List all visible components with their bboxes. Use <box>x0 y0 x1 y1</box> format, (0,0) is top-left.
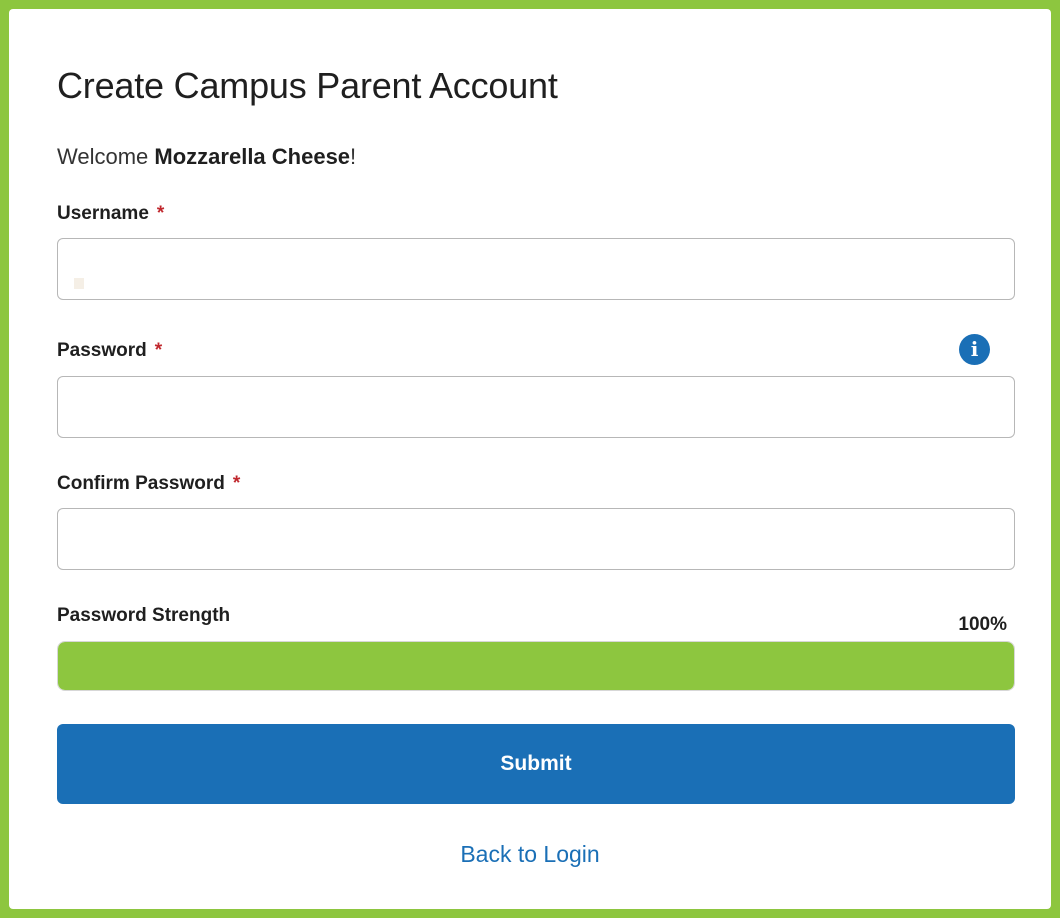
account-card: Create Campus Parent Account Welcome Moz… <box>9 9 1051 909</box>
username-label: Username * <box>57 203 164 225</box>
welcome-name: Mozzarella Cheese <box>154 144 351 169</box>
welcome-message: Welcome Mozzarella Cheese! <box>57 144 356 170</box>
password-strength-bar <box>57 641 1015 691</box>
input-autofill-marker <box>74 278 84 289</box>
confirm-password-label-text: Confirm Password <box>57 473 225 494</box>
password-label-text: Password <box>57 340 147 361</box>
required-marker: * <box>156 203 165 224</box>
required-marker: * <box>154 340 163 361</box>
password-input[interactable] <box>57 376 1015 438</box>
back-to-login-link[interactable]: Back to Login <box>9 841 1051 868</box>
confirm-password-input[interactable] <box>57 508 1015 570</box>
username-label-text: Username <box>57 203 149 224</box>
confirm-password-label: Confirm Password * <box>57 473 240 495</box>
page-title: Create Campus Parent Account <box>57 65 558 106</box>
password-label: Password * <box>57 340 162 362</box>
password-strength-value: 100% <box>958 614 1007 635</box>
submit-button[interactable]: Submit <box>57 724 1015 804</box>
info-icon[interactable]: i <box>959 334 990 365</box>
required-marker: * <box>232 473 241 494</box>
welcome-suffix: ! <box>350 144 357 169</box>
password-strength-fill <box>58 642 1014 690</box>
welcome-prefix: Welcome <box>57 144 155 169</box>
password-strength-label: Password Strength <box>57 605 231 626</box>
username-input[interactable] <box>57 238 1015 300</box>
